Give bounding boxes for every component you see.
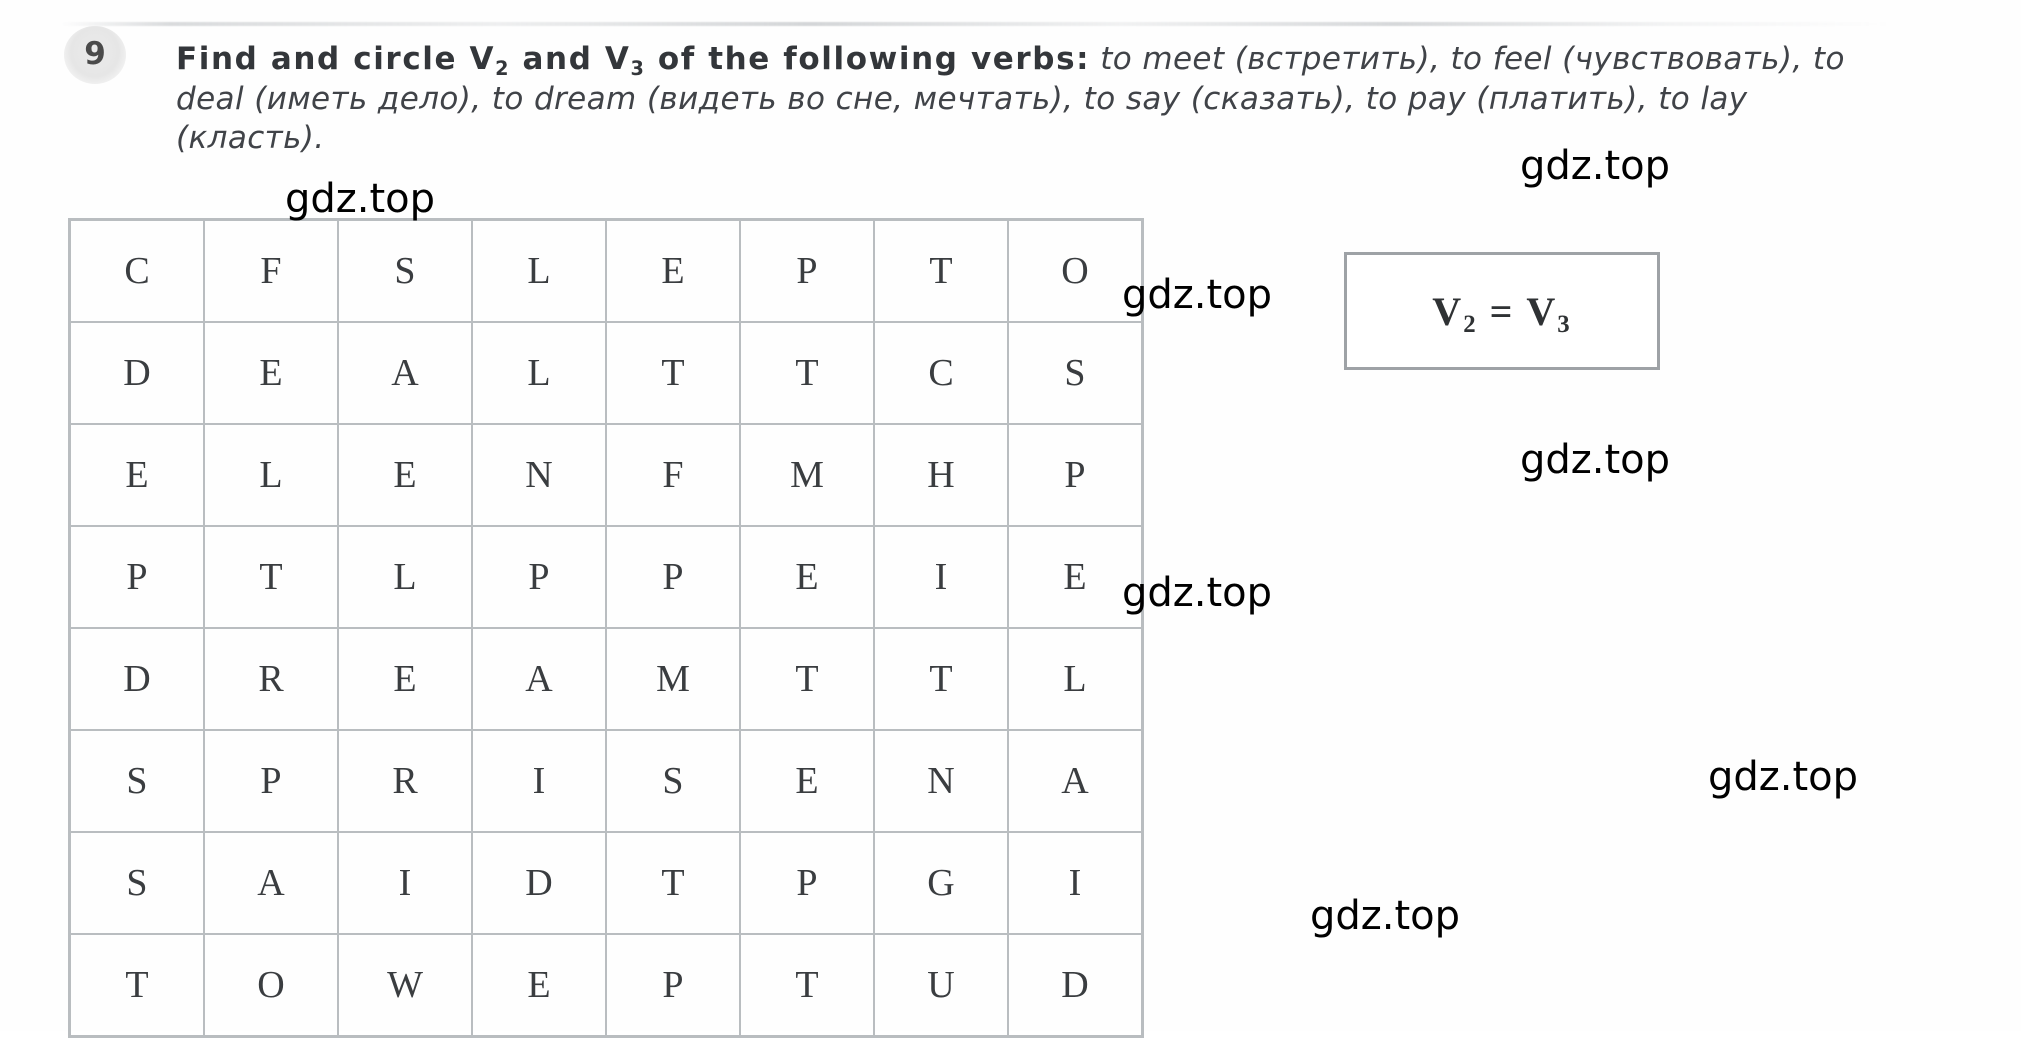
- instruction-prompt: Find and circle V2 and V3 of the followi…: [176, 41, 1091, 80]
- grid-cell[interactable]: A: [337, 321, 473, 425]
- grid-cell[interactable]: M: [739, 423, 875, 527]
- word-search-grid[interactable]: C F S L E P T O D E A L T T C S E L E N …: [68, 218, 1144, 1038]
- exercise-number-badge: 9: [64, 26, 126, 84]
- grid-cell[interactable]: T: [605, 831, 741, 935]
- grid-cell[interactable]: D: [68, 321, 205, 425]
- grid-cell[interactable]: A: [203, 831, 339, 935]
- grid-cell[interactable]: S: [605, 729, 741, 833]
- grid-cell[interactable]: U: [873, 933, 1009, 1038]
- watermark: gdz.top: [285, 176, 436, 222]
- grid-cell[interactable]: P: [203, 729, 339, 833]
- grid-cell[interactable]: P: [739, 831, 875, 935]
- grid-cell[interactable]: D: [471, 831, 607, 935]
- grid-cell[interactable]: P: [471, 525, 607, 629]
- grid-cell[interactable]: T: [605, 321, 741, 425]
- grid-cell[interactable]: L: [337, 525, 473, 629]
- exercise-instruction: Find and circle V2 and V3 of the followi…: [176, 40, 1901, 159]
- grid-row: S A I D T P G I: [68, 831, 1144, 935]
- scan-artifact-line: [60, 22, 1890, 26]
- watermark: gdz.top: [1708, 754, 1859, 800]
- grid-row: C F S L E P T O: [68, 218, 1144, 323]
- watermark: gdz.top: [1520, 143, 1671, 189]
- grid-cell[interactable]: I: [337, 831, 473, 935]
- grid-row: D R E A M T T L: [68, 627, 1144, 731]
- grid-cell[interactable]: T: [739, 627, 875, 731]
- grid-cell[interactable]: I: [1007, 831, 1144, 935]
- grid-cell[interactable]: P: [605, 933, 741, 1038]
- grid-row: T O W E P T U D: [68, 933, 1144, 1038]
- grid-cell[interactable]: I: [471, 729, 607, 833]
- word-search-body: C F S L E P T O D E A L T T C S E L E N …: [68, 218, 1144, 1038]
- grid-cell[interactable]: A: [471, 627, 607, 731]
- grid-cell[interactable]: T: [203, 525, 339, 629]
- grid-row: D E A L T T C S: [68, 321, 1144, 425]
- grid-cell[interactable]: P: [605, 525, 741, 629]
- grid-cell[interactable]: H: [873, 423, 1009, 527]
- grid-cell[interactable]: D: [68, 627, 205, 731]
- grid-row: S P R I S E N A: [68, 729, 1144, 833]
- grid-row: E L E N F M H P: [68, 423, 1144, 527]
- legend-sub-2: 2: [1463, 311, 1478, 339]
- grid-cell[interactable]: S: [68, 831, 205, 935]
- grid-cell[interactable]: T: [873, 218, 1009, 323]
- grid-cell[interactable]: S: [68, 729, 205, 833]
- legend-formula: V2 = V3: [1432, 288, 1572, 339]
- grid-cell[interactable]: E: [337, 627, 473, 731]
- grid-cell[interactable]: G: [873, 831, 1009, 935]
- grid-cell[interactable]: C: [873, 321, 1009, 425]
- grid-cell[interactable]: R: [337, 729, 473, 833]
- watermark: gdz.top: [1122, 272, 1273, 318]
- legend-sub-3: 3: [1557, 311, 1572, 339]
- watermark: gdz.top: [1122, 570, 1273, 616]
- grid-cell[interactable]: E: [739, 729, 875, 833]
- grid-cell[interactable]: F: [203, 218, 339, 323]
- grid-cell[interactable]: O: [203, 933, 339, 1038]
- grid-cell[interactable]: N: [873, 729, 1009, 833]
- grid-cell[interactable]: W: [337, 933, 473, 1038]
- exercise-number: 9: [84, 35, 106, 72]
- grid-cell[interactable]: A: [1007, 729, 1144, 833]
- grid-cell[interactable]: L: [203, 423, 339, 527]
- grid-cell[interactable]: E: [739, 525, 875, 629]
- grid-cell[interactable]: R: [203, 627, 339, 731]
- grid-cell[interactable]: T: [873, 627, 1009, 731]
- watermark: gdz.top: [1310, 893, 1461, 939]
- grid-cell[interactable]: L: [1007, 627, 1144, 731]
- grid-cell[interactable]: D: [1007, 933, 1144, 1038]
- grid-cell[interactable]: E: [68, 423, 205, 527]
- grid-cell[interactable]: C: [68, 218, 205, 323]
- grid-cell[interactable]: I: [873, 525, 1009, 629]
- grid-cell[interactable]: P: [68, 525, 205, 629]
- grid-cell[interactable]: P: [739, 218, 875, 323]
- grid-cell[interactable]: L: [471, 218, 607, 323]
- watermark: gdz.top: [1520, 437, 1671, 483]
- grid-cell[interactable]: T: [739, 933, 875, 1038]
- v2-equals-v3-legend-box: V2 = V3: [1344, 252, 1660, 370]
- grid-cell[interactable]: E: [605, 218, 741, 323]
- grid-cell[interactable]: P: [1007, 423, 1144, 527]
- grid-cell[interactable]: S: [1007, 321, 1144, 425]
- grid-row: P T L P P E I E: [68, 525, 1144, 629]
- grid-cell[interactable]: E: [471, 933, 607, 1038]
- grid-cell[interactable]: F: [605, 423, 741, 527]
- grid-cell[interactable]: M: [605, 627, 741, 731]
- grid-cell[interactable]: E: [203, 321, 339, 425]
- grid-cell[interactable]: S: [337, 218, 473, 323]
- grid-cell[interactable]: T: [68, 933, 205, 1038]
- grid-cell[interactable]: L: [471, 321, 607, 425]
- grid-cell[interactable]: E: [337, 423, 473, 527]
- grid-cell[interactable]: N: [471, 423, 607, 527]
- grid-cell[interactable]: T: [739, 321, 875, 425]
